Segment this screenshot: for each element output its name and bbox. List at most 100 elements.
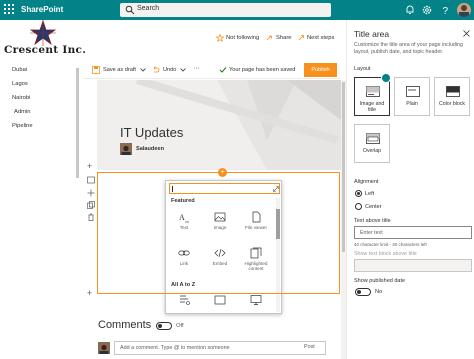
link-icon xyxy=(178,250,190,256)
panel-description: Customize the title area of your page in… xyxy=(354,42,463,55)
post-button[interactable]: Post xyxy=(304,344,315,350)
alignment-center-radio[interactable] xyxy=(355,203,362,210)
check-icon xyxy=(219,67,227,73)
delete-section-icon[interactable] xyxy=(87,213,95,221)
show-date-state: No xyxy=(375,289,383,295)
toolbox-search-input[interactable] xyxy=(169,183,280,194)
add-webpart-icon[interactable]: + xyxy=(218,168,227,177)
show-date-label: Show published date xyxy=(354,278,406,284)
share-button[interactable]: Share xyxy=(276,35,291,41)
text-above-label: Text above title xyxy=(354,218,391,224)
text-icon: A xyxy=(179,213,189,223)
text-block-field xyxy=(354,259,472,272)
section-divider xyxy=(97,293,340,294)
layout-plain[interactable]: Plain xyxy=(394,77,430,116)
edit-section-icon[interactable] xyxy=(87,176,95,184)
comment-placeholder: Add a comment. Type @ to mention someone xyxy=(120,345,230,351)
site-logo[interactable]: Crescent Inc. xyxy=(4,20,87,64)
layout-color-block[interactable]: Color block xyxy=(434,77,470,116)
notifications-icon[interactable] xyxy=(404,4,416,16)
nav-item-lagos[interactable]: Lagos xyxy=(12,81,28,87)
layout-color-block-icon xyxy=(446,86,460,97)
webpart-icon[interactable] xyxy=(214,294,226,306)
comments-toggle[interactable] xyxy=(156,322,172,330)
webpart-highlighted-content[interactable]: Highlighted content xyxy=(240,247,272,277)
show-text-block-label: Show text block above title xyxy=(354,251,417,257)
undo-icon xyxy=(153,66,160,73)
chevron-down-icon[interactable] xyxy=(180,68,186,72)
nav-item-pipeline[interactable]: Pipeline xyxy=(12,123,33,129)
toolbox-scroll-thumb[interactable] xyxy=(276,209,280,239)
duplicate-section-icon[interactable] xyxy=(87,201,95,209)
webpart-icon[interactable] xyxy=(250,294,262,306)
expand-icon[interactable] xyxy=(273,186,279,192)
nav-item-dubai[interactable]: Dubai xyxy=(12,67,27,73)
help-icon[interactable]: ? xyxy=(439,4,451,16)
featured-heading: Featured xyxy=(171,198,195,204)
nav-scrollbar[interactable] xyxy=(76,68,79,178)
alignment-left-radio[interactable] xyxy=(355,190,362,197)
image-icon xyxy=(214,212,226,222)
close-icon[interactable] xyxy=(463,30,470,37)
layout-image-and-title-icon xyxy=(366,86,380,97)
author-name: Salaudeen xyxy=(136,146,164,152)
page-title[interactable]: IT Updates xyxy=(120,125,183,140)
text-above-placeholder: Enter text xyxy=(360,230,383,236)
all-a-to-z-heading: All A to Z xyxy=(171,282,196,288)
add-section-bottom-icon[interactable]: + xyxy=(87,288,92,298)
webpart-image[interactable]: Image xyxy=(204,211,236,241)
search-box[interactable]: Search xyxy=(120,3,331,17)
gear-icon[interactable] xyxy=(421,4,433,16)
webpart-link[interactable]: Link xyxy=(168,247,200,277)
save-icon xyxy=(92,66,100,74)
layout-overlap-icon xyxy=(366,133,380,144)
alignment-left-label: Left xyxy=(365,191,375,197)
nav-item-admin[interactable]: Admin xyxy=(14,109,30,115)
layout-overlap[interactable]: Overlap xyxy=(354,124,390,163)
panel-title: Title area xyxy=(354,29,390,39)
nav-item-nairobi[interactable]: Nairobi xyxy=(12,95,30,101)
more-options-icon[interactable]: ··· xyxy=(193,65,200,72)
webpart-file-viewer[interactable]: File viewer xyxy=(240,211,272,241)
alignment-label: Alignment xyxy=(354,179,379,185)
suite-bar: SharePoint Search ? xyxy=(0,0,474,20)
share-icon xyxy=(266,35,272,41)
rocket-icon xyxy=(298,35,304,41)
publish-button[interactable]: Publish xyxy=(304,63,337,77)
app-name[interactable]: SharePoint xyxy=(21,5,63,14)
text-above-input[interactable]: Enter text xyxy=(354,226,472,239)
next-steps-button[interactable]: Next steps xyxy=(307,35,334,41)
layout-label: Layout xyxy=(354,66,371,72)
comments-toggle-label: Off xyxy=(176,323,184,329)
user-avatar[interactable] xyxy=(457,3,471,17)
webpart-icon[interactable] xyxy=(178,294,190,306)
follow-button[interactable]: Not following xyxy=(226,35,259,41)
logo-text: Crescent Inc. xyxy=(4,44,87,56)
code-icon xyxy=(214,248,226,258)
search-icon xyxy=(125,5,135,15)
command-bar: Save as draft Undo ··· Your page has bee… xyxy=(84,61,340,79)
show-date-toggle[interactable] xyxy=(355,288,371,296)
svg-text:A: A xyxy=(179,213,185,222)
character-limit-hint: 40 character limit - 40 characters left xyxy=(354,242,427,247)
save-as-draft-button[interactable]: Save as draft xyxy=(103,67,136,73)
move-section-icon[interactable] xyxy=(87,189,95,197)
webpart-text[interactable]: A Text xyxy=(168,211,200,241)
star-icon xyxy=(216,34,224,42)
saved-status: Your page has been saved xyxy=(229,67,296,73)
app-launcher-icon[interactable] xyxy=(4,4,16,16)
highlighted-content-icon xyxy=(250,247,262,259)
file-icon xyxy=(252,211,261,223)
undo-button[interactable]: Undo xyxy=(163,67,176,73)
add-section-icon[interactable]: + xyxy=(87,161,92,171)
comments-heading: Comments xyxy=(98,319,152,331)
author-avatar xyxy=(120,143,132,155)
svg-text:?: ? xyxy=(443,6,449,16)
star-emblem-icon xyxy=(30,20,56,46)
chevron-down-icon[interactable] xyxy=(140,68,146,72)
selected-check-icon xyxy=(381,73,391,83)
canvas-scroll-thumb[interactable] xyxy=(342,82,345,252)
comment-input[interactable]: Add a comment. Type @ to mention someone xyxy=(114,341,326,355)
search-placeholder: Search xyxy=(137,5,160,12)
webpart-embed[interactable]: Embed xyxy=(204,247,236,277)
